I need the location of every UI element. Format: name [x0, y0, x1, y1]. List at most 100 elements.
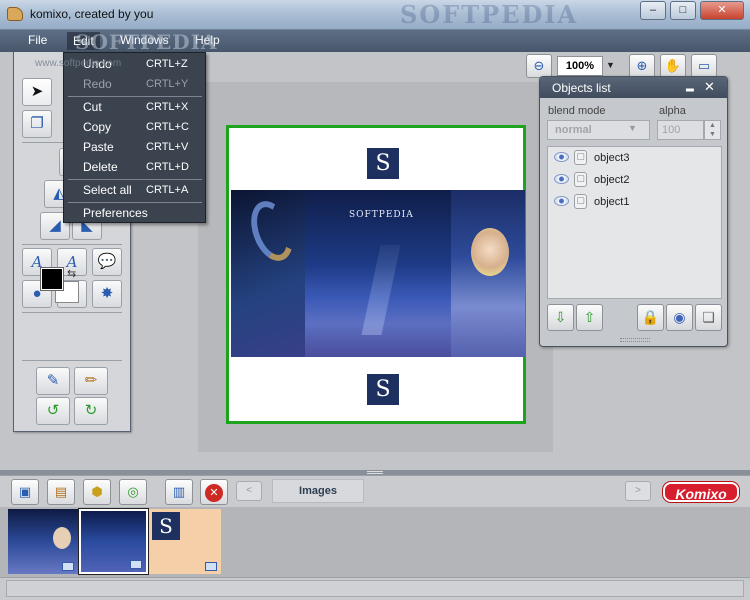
hand-icon[interactable]: ✋	[660, 54, 686, 78]
thumbnail-image2[interactable]	[78, 508, 149, 575]
object-name: object2	[594, 174, 630, 186]
lock-icon[interactable]: ▢	[574, 194, 587, 209]
menu-item-cut[interactable]: Cut	[83, 100, 102, 114]
maximize-button[interactable]: □	[670, 1, 696, 20]
object-name: object1	[594, 196, 630, 208]
pen-icon[interactable]: ✎	[36, 367, 70, 395]
delete-symbol: ✕	[205, 484, 223, 502]
eye-icon[interactable]: ◉	[666, 304, 693, 331]
lock-icon[interactable]: ▢	[574, 150, 587, 165]
alpha-label: alpha	[659, 105, 686, 117]
star-icon[interactable]: ✸	[92, 280, 122, 308]
portrait-graphic	[53, 527, 71, 549]
softpedia-image[interactable]: SOFTPEDIA	[231, 190, 525, 357]
minimize-button[interactable]: –	[640, 1, 666, 20]
pin-icon[interactable]: ▂	[686, 81, 694, 92]
menu-item-copy[interactable]: Copy	[83, 120, 111, 134]
window-title: komixo, created by you	[30, 7, 154, 21]
menu-separator	[68, 96, 202, 97]
refresh-left-icon[interactable]: ↺	[36, 397, 70, 425]
images-toolbar: ▣ ▤ ⬢ ◎ ▥ ✕ < Images > Komixo	[0, 475, 750, 507]
objects-panel-title: Objects list	[552, 81, 611, 95]
shortcut-select-all: CRTL+A	[146, 184, 189, 196]
copy-icon[interactable]: ❐	[22, 110, 52, 138]
images-label: Images	[272, 479, 364, 503]
monitor-icon	[130, 560, 142, 569]
close-button[interactable]: ✕	[700, 1, 744, 20]
zoom-dropdown-arrow[interactable]: ▼	[606, 60, 615, 70]
chevron-down-icon[interactable]: ▼	[628, 123, 637, 133]
speech-bubble-icon[interactable]: 💬	[92, 248, 122, 276]
refresh-right-icon[interactable]: ↻	[74, 397, 108, 425]
menu-item-paste[interactable]: Paste	[83, 140, 114, 154]
layers-icon[interactable]: ❏	[695, 304, 722, 331]
foreground-color-swatch[interactable]	[40, 267, 64, 291]
alpha-input[interactable]: 100	[657, 120, 704, 140]
softpedia-watermark: SOFTPEDIA	[400, 0, 579, 29]
menu-item-preferences[interactable]: Preferences	[83, 206, 148, 220]
list-item[interactable]: ▢ object2	[552, 171, 717, 191]
image-label: SOFTPEDIA	[349, 210, 414, 220]
import-icon[interactable]: ⬢	[83, 479, 111, 505]
shortcut-undo: CRTL+Z	[146, 58, 188, 70]
top-s-logo[interactable]: S	[367, 148, 399, 179]
visibility-eye-icon[interactable]	[554, 196, 569, 206]
thumbnail-image1[interactable]	[8, 509, 78, 574]
menu-separator	[68, 202, 202, 203]
bottom-s-logo[interactable]: S	[367, 374, 399, 405]
monitor-icon[interactable]: ▭	[691, 54, 717, 78]
splitter-grip[interactable]	[367, 471, 383, 474]
status-bar	[0, 577, 750, 600]
canvas-document[interactable]: S SOFTPEDIA S	[226, 125, 526, 424]
list-item[interactable]: ▢ object1	[552, 193, 717, 213]
menu-item-redo[interactable]: Redo	[83, 77, 112, 91]
list-item[interactable]: ▢ object3	[552, 149, 717, 169]
swap-colors-icon[interactable]: ⇆	[67, 267, 76, 280]
zoom-out-icon[interactable]: ⊖	[526, 54, 552, 78]
delete-image-icon[interactable]: ✕	[200, 479, 228, 505]
open-folder-icon[interactable]: ▤	[47, 479, 75, 505]
move-up-icon[interactable]: ⇧	[576, 304, 603, 331]
lock-icon[interactable]: ▢	[574, 172, 587, 187]
alpha-stepper[interactable]: ▲ ▼	[704, 120, 721, 140]
app-icon	[7, 7, 23, 21]
brush-icon[interactable]: ✏	[74, 367, 108, 395]
blend-mode-label: blend mode	[548, 105, 606, 117]
object-name: object3	[594, 152, 630, 164]
web-icon[interactable]: ◎	[119, 479, 147, 505]
objects-list: ▢ object3 ▢ object2 ▢ object1	[547, 146, 722, 299]
pointer-icon[interactable]: ➤	[22, 78, 52, 106]
objects-panel-header[interactable]: Objects list ▂ ✕	[540, 77, 727, 98]
status-field	[6, 580, 744, 597]
shortcut-redo: CRTL+Y	[146, 78, 189, 90]
visibility-eye-icon[interactable]	[554, 174, 569, 184]
light-beam	[361, 245, 401, 335]
new-image-icon[interactable]: ▣	[11, 479, 39, 505]
tools-divider	[22, 360, 122, 361]
thumbnail-image3[interactable]: S	[149, 509, 221, 574]
move-down-icon[interactable]: ⇩	[547, 304, 574, 331]
menu-file[interactable]: File	[28, 33, 47, 47]
monitor-icon	[62, 562, 74, 571]
close-panel-icon[interactable]: ✕	[704, 79, 715, 95]
komixo-logo: Komixo	[663, 482, 739, 502]
thumbnail-strip: S	[0, 507, 750, 577]
softpedia-url-watermark: www.softpedia.com	[35, 58, 122, 69]
monitor-icon	[205, 562, 217, 571]
lock-all-icon[interactable]: 🔒	[637, 304, 664, 331]
next-image-button[interactable]: >	[625, 481, 651, 501]
menu-item-delete[interactable]: Delete	[83, 160, 118, 174]
menu-separator	[68, 179, 202, 180]
menu-item-select-all[interactable]: Select all	[83, 183, 132, 197]
objects-list-panel: Objects list ▂ ✕ blend mode alpha normal…	[539, 76, 728, 347]
panel-resize-grip[interactable]	[620, 338, 650, 342]
shortcut-copy: CRTL+C	[146, 121, 189, 133]
prev-image-button[interactable]: <	[236, 481, 262, 501]
shortcut-paste: CRTL+V	[146, 141, 189, 153]
shortcut-delete: CRTL+D	[146, 161, 189, 173]
zoom-in-icon[interactable]: ⊕	[629, 54, 655, 78]
export-image-icon[interactable]: ▥	[165, 479, 193, 505]
visibility-eye-icon[interactable]	[554, 152, 569, 162]
portrait-graphic	[471, 228, 509, 276]
zoom-level-field[interactable]: 100%	[557, 56, 603, 76]
